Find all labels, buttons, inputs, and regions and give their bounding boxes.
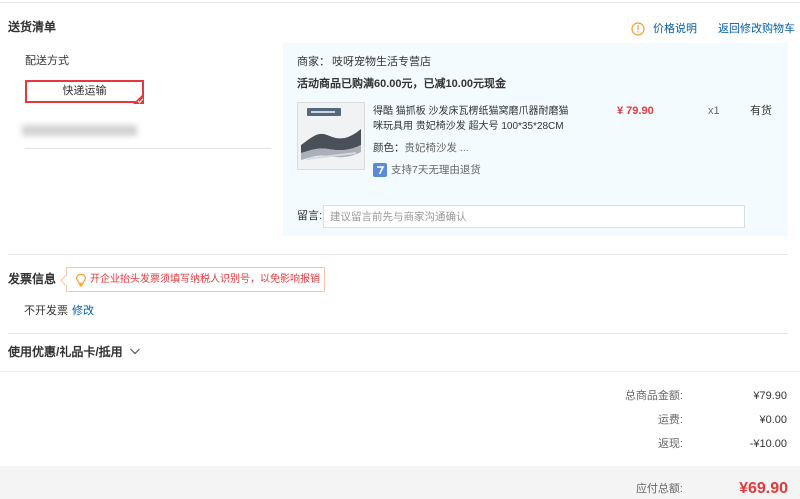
- warning-circle-icon[interactable]: [631, 22, 645, 36]
- section-divider: [8, 254, 788, 255]
- back-to-cart-link[interactable]: 返回修改购物车: [718, 22, 795, 36]
- section-divider: [8, 333, 788, 334]
- product-title-link[interactable]: 得酷 猫抓板 沙发床瓦楞纸猫窝磨爪器耐磨猫咪玩具用 贵妃椅沙发 超大号 100*…: [373, 104, 571, 134]
- coupon-section-toggle[interactable]: 使用优惠/礼品卡/抵用: [8, 345, 141, 359]
- shipping-method-option[interactable]: 快递运输: [25, 80, 144, 104]
- summary-label-cashback: 返现:: [657, 438, 683, 450]
- order-note-label: 留言:: [297, 210, 323, 222]
- summary-label-shipping: 运费:: [657, 414, 683, 426]
- shipping-divider: [25, 148, 271, 149]
- return-policy-text: 支持7天无理由退货: [391, 164, 481, 176]
- lightbulb-icon: [75, 273, 87, 287]
- top-divider: [0, 2, 800, 3]
- chevron-down-icon: [129, 345, 141, 357]
- total-label: 应付总额:: [635, 483, 683, 495]
- merchant-name[interactable]: 吱呀宠物生活专营店: [332, 56, 431, 68]
- product-quantity: x1: [708, 105, 720, 117]
- invoice-tip-tooltip: 开企业抬头发票须填写纳税人识别号，以免影响报销: [60, 267, 325, 292]
- promo-text: 活动商品已购满60.00元，已减10.00元现金: [297, 78, 507, 90]
- summary-value-subtotal: ¥79.90: [753, 390, 787, 402]
- check-corner-icon: [133, 92, 144, 104]
- merchant-label: 商家：: [297, 56, 330, 68]
- product-image[interactable]: [297, 102, 365, 170]
- invoice-value: 不开发票: [24, 305, 68, 317]
- coupon-section-title: 使用优惠/礼品卡/抵用: [8, 345, 123, 359]
- invoice-edit-link[interactable]: 修改: [72, 305, 94, 317]
- checkout-page: 送货清单 价格说明 返回修改购物车 配送方式 快递运输 商家： 吱呀宠物生活专营店…: [0, 0, 800, 499]
- shipping-method-text: 快递运输: [62, 85, 107, 97]
- summary-divider: [0, 371, 800, 372]
- seven-day-return-icon: [373, 163, 387, 177]
- order-note-input[interactable]: [323, 205, 745, 228]
- color-label: 颜色：: [373, 142, 405, 154]
- summary-label-subtotal: 总商品金额:: [624, 390, 683, 402]
- section-title-invoice: 发票信息: [8, 272, 57, 286]
- summary-value-shipping: ¥0.00: [759, 414, 787, 426]
- invoice-value-line: 不开发票 修改: [24, 304, 94, 318]
- price-note-link[interactable]: 价格说明: [653, 22, 697, 36]
- summary-value-cashback: -¥10.00: [749, 438, 787, 450]
- section-title-delivery-list: 送货清单: [8, 20, 57, 34]
- merchant-line: 商家： 吱呀宠物生活专营店: [297, 55, 431, 69]
- tooltip-arrow: [60, 274, 73, 287]
- color-value: 贵妃椅沙发 ...: [404, 142, 469, 154]
- invoice-tip-text: 开企业抬头发票须填写纳税人识别号，以免影响报销: [90, 274, 320, 285]
- product-price: ¥ 79.90: [617, 105, 654, 117]
- redacted-delivery-info: [22, 125, 137, 136]
- product-color: 颜色：贵妃椅沙发 ...: [373, 141, 469, 155]
- stock-status: 有货: [750, 105, 772, 117]
- total-value: ¥69.90: [739, 480, 788, 497]
- shipping-method-label: 配送方式: [25, 55, 69, 67]
